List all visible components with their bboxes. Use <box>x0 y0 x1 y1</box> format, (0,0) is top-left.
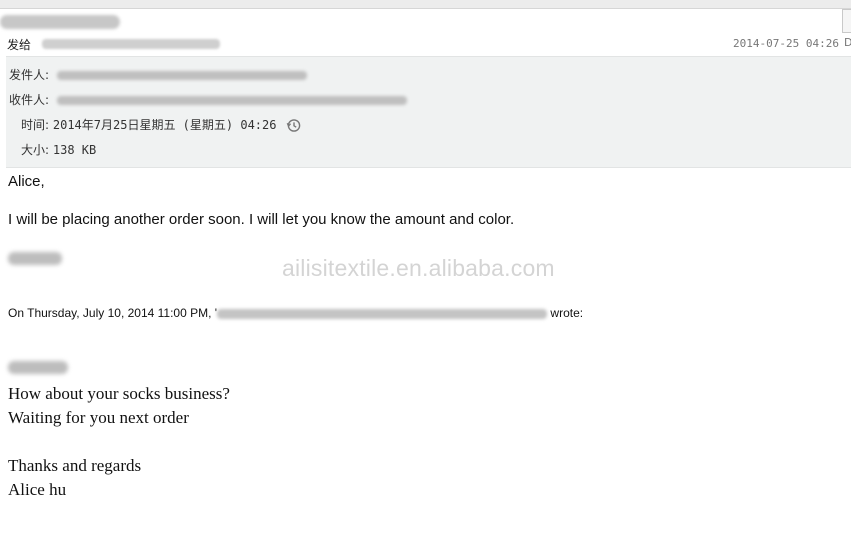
quoted-greeting-redacted <box>8 361 68 374</box>
sent-to-row: 发给 2014-07-25 04:26 D <box>0 34 851 54</box>
clock-history-icon[interactable] <box>286 118 301 133</box>
scroll-control[interactable] <box>842 9 851 33</box>
quote-suffix: wrote: <box>550 306 584 320</box>
size-label: 大小: <box>21 143 50 157</box>
top-toolbar-strip <box>0 0 851 9</box>
to-label: 收件人: <box>9 93 50 107</box>
sender-name-redacted <box>0 15 120 29</box>
sent-to-label: 发给 <box>7 38 32 52</box>
time-row: 时间: 2014年7月25日星期五 (星期五) 04:26 <box>21 116 301 134</box>
time-label: 时间: <box>21 118 50 132</box>
from-row: 发件人: <box>9 66 307 84</box>
to-row: 收件人: <box>9 91 407 109</box>
to-address-redacted <box>56 96 407 105</box>
watermark: ailisitextile.en.alibaba.com <box>282 255 555 281</box>
from-address-redacted <box>56 71 307 80</box>
greeting-text: Alice, <box>8 173 45 190</box>
quoted-line-2: Waiting for you next order <box>8 408 189 427</box>
quoted-line-4: Thanks and regards <box>8 456 142 475</box>
quote-header: On Thursday, July 10, 2014 11:00 PM, ' w… <box>8 306 583 320</box>
recipient-redacted <box>42 39 220 49</box>
more-icon[interactable]: D <box>844 36 851 50</box>
from-label: 发件人: <box>9 68 50 82</box>
quoted-line-5: Alice hu <box>8 480 67 499</box>
quoted-line-1: How about your socks business? <box>8 384 230 403</box>
message-text: I will be placing another order soon. I … <box>8 211 515 228</box>
signature-redacted <box>8 252 62 265</box>
time-value: 2014年7月25日星期五 (星期五) 04:26 <box>52 118 277 132</box>
quote-sender-redacted <box>217 308 548 319</box>
email-view: 发给 2014-07-25 04:26 D 发件人: 收件人: 时间: 2014… <box>0 0 851 533</box>
size-value: 138 KB <box>52 143 97 157</box>
received-date: 2014-07-25 04:26 <box>733 37 839 50</box>
quote-prefix: On Thursday, July 10, 2014 11:00 PM, ' <box>8 306 218 320</box>
size-row: 大小: 138 KB <box>21 141 96 159</box>
header-details-panel: 发件人: 收件人: 时间: 2014年7月25日星期五 (星期五) 04:26 … <box>6 56 851 168</box>
